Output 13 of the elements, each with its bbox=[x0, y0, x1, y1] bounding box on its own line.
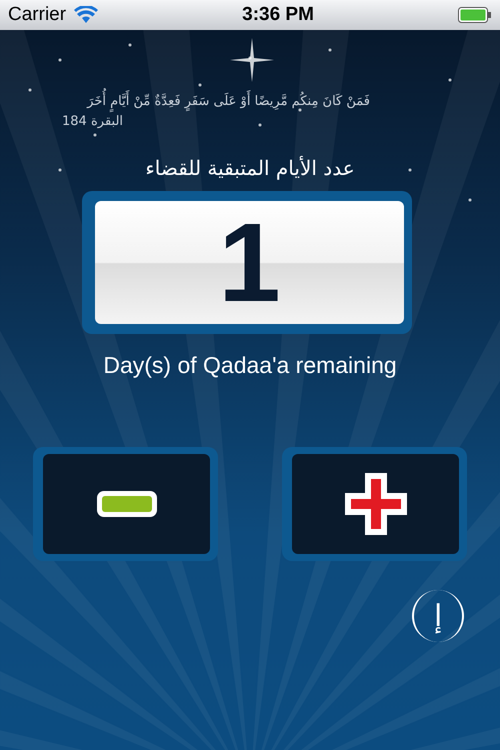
minus-icon bbox=[94, 488, 158, 518]
status-time: 3:36 PM bbox=[242, 2, 314, 27]
increment-button[interactable] bbox=[292, 454, 459, 554]
info-button[interactable]: إ bbox=[412, 590, 464, 642]
verse-reference: البقرة 184 bbox=[62, 112, 124, 130]
decrement-button[interactable] bbox=[43, 454, 210, 554]
plus-icon bbox=[342, 470, 408, 536]
counter-display: 1 bbox=[95, 201, 404, 324]
battery-icon bbox=[458, 6, 492, 24]
counter-title: عدد الأيام المتبقية للقضاء bbox=[144, 154, 356, 182]
counter-caption: Day(s) of Qadaa'a remaining bbox=[102, 351, 398, 380]
wifi-icon bbox=[74, 6, 98, 24]
carrier-name: Carrier bbox=[8, 2, 66, 27]
